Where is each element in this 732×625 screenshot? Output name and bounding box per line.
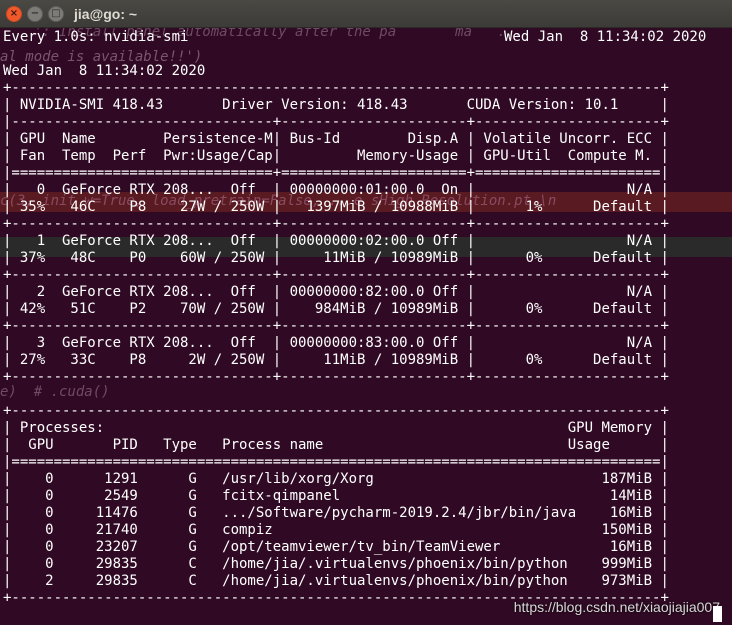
terminal-line: +-------------------------------+-------…	[3, 318, 669, 334]
terminal-line: | Processes: GPU Memory |	[3, 420, 669, 436]
close-window-button[interactable]: ×	[6, 6, 22, 22]
terminal-line: | 27% 33C P8 2W / 250W | 11MiB / 10989Mi…	[3, 352, 669, 368]
terminal-line: | 3 GeForce RTX 208... Off | 00000000:83…	[3, 335, 669, 351]
terminal-line: | 2 29835 C /home/jia/.virtualenvs/phoen…	[3, 573, 669, 589]
terminal-line: Wed Jan 8 11:34:02 2020	[3, 63, 206, 79]
text-cursor	[713, 606, 722, 622]
nvidia-smi-output: Wed Jan 8 11:34:02 2020 +----------------…	[3, 63, 669, 607]
terminal-line: +-------------------------------+-------…	[3, 216, 669, 232]
terminal-line: | 37% 48C P0 60W / 250W | 11MiB / 10989M…	[3, 250, 669, 266]
terminal-line: | Fan Temp Perf Pwr:Usage/Cap| Memory-Us…	[3, 148, 669, 164]
terminal-line: | GPU PID Type Process name Usage |	[3, 437, 669, 453]
terminal-line: | 1 GeForce RTX 208... Off | 00000000:02…	[3, 233, 669, 249]
minimize-icon: −	[30, 8, 40, 19]
watch-header-right: Wed Jan 8 11:34:02 2020	[504, 29, 707, 45]
terminal-line: | 2 GeForce RTX 208... Off | 00000000:82…	[3, 284, 669, 300]
watermark: https://blog.csdn.net/xiaojiajia007	[513, 599, 720, 615]
terminal-line: | 0 GeForce RTX 208... Off | 00000000:01…	[3, 182, 669, 198]
terminal-line: | 0 23207 G /opt/teamviewer/tv_bin/TeamV…	[3, 539, 669, 555]
terminal-window: × − □ jia@go: ~ ': Install panel automat…	[0, 0, 732, 625]
terminal-line: | 42% 51C P2 70W / 250W | 984MiB / 10989…	[3, 301, 669, 317]
title-bar: × − □ jia@go: ~	[0, 0, 732, 28]
terminal-line: | NVIDIA-SMI 418.43 Driver Version: 418.…	[3, 97, 669, 113]
terminal-line: | 0 29835 C /home/jia/.virtualenvs/phoen…	[3, 556, 669, 572]
terminal-line: | 35% 46C P8 27W / 250W | 1397MiB / 1098…	[3, 199, 669, 215]
terminal-line: | 0 1291 G /usr/lib/xorg/Xorg 187MiB |	[3, 471, 669, 487]
watch-header-line: Every 1.0s: nvidia-smi	[3, 29, 188, 46]
maximize-window-button[interactable]: □	[48, 6, 64, 22]
terminal-line: +---------------------------------------…	[3, 80, 669, 96]
terminal-line: +-------------------------------+-------…	[3, 369, 669, 385]
terminal-line: | 0 2549 G fcitx-qimpanel 14MiB |	[3, 488, 669, 504]
window-title: jia@go: ~	[74, 6, 138, 22]
maximize-icon: □	[51, 8, 61, 19]
watch-header-left: Every 1.0s: nvidia-smi	[3, 29, 189, 45]
terminal-content[interactable]: ': Install panel automatically after the…	[0, 28, 732, 625]
terminal-line: |=======================================…	[3, 454, 669, 470]
minimize-window-button[interactable]: −	[27, 6, 43, 22]
terminal-line: +---------------------------------------…	[3, 403, 669, 419]
terminal-line: | 0 11476 G .../Software/pycharm-2019.2.…	[3, 505, 669, 521]
terminal-line: |===============================+=======…	[3, 165, 669, 181]
terminal-line: | GPU Name Persistence-M| Bus-Id Disp.A …	[3, 131, 669, 147]
terminal-line: +-------------------------------+-------…	[3, 267, 669, 283]
terminal-line: |-------------------------------+-------…	[3, 114, 669, 130]
close-icon: ×	[9, 8, 19, 19]
terminal-line: | 0 21740 G compiz 150MiB |	[3, 522, 669, 538]
